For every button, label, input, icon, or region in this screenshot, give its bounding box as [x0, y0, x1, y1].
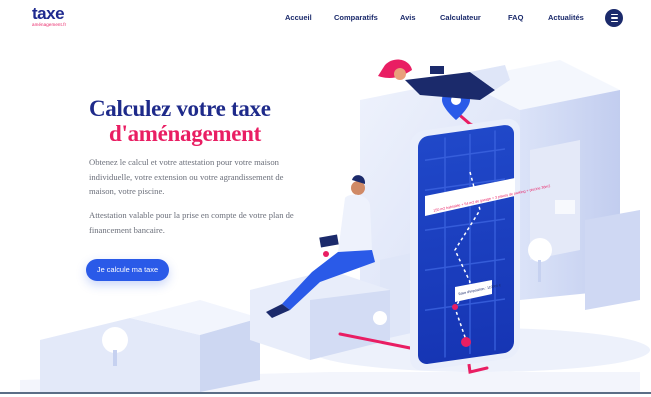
- phone-card-1-text: 150 m2 habitable + 54 m2 de garage + 3 p…: [433, 184, 551, 213]
- bottom-divider: [0, 392, 651, 394]
- phone-card-2-text: Base d'imposition : 110000 €: [458, 283, 501, 296]
- phone-cards: 150 m2 habitable + 54 m2 de garage + 3 p…: [433, 184, 551, 296]
